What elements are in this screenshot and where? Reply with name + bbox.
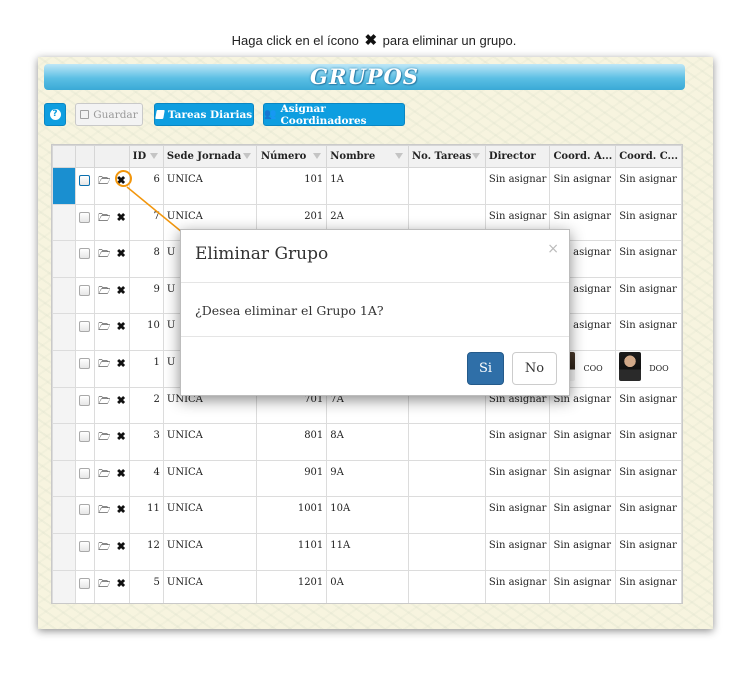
delete-group-dialog: Eliminar Grupo × ¿Desea eliminar el Grup… bbox=[180, 229, 570, 396]
caption-after: para eliminar un grupo. bbox=[382, 33, 517, 48]
dialog-message: ¿Desea eliminar el Grupo 1A? bbox=[195, 303, 384, 318]
dialog-title: Eliminar Grupo bbox=[195, 244, 329, 264]
delete-x-icon: ✖ bbox=[364, 32, 378, 49]
close-icon[interactable]: × bbox=[547, 241, 559, 257]
dialog-divider bbox=[181, 282, 569, 283]
confirm-yes-button[interactable]: Si bbox=[467, 352, 504, 385]
cancel-no-button[interactable]: No bbox=[512, 352, 557, 385]
dialog-divider bbox=[181, 336, 569, 337]
caption-before: Haga click en el ícono bbox=[231, 33, 359, 48]
instruction-caption: Haga click en el ícono ✖ para eliminar u… bbox=[0, 31, 748, 49]
